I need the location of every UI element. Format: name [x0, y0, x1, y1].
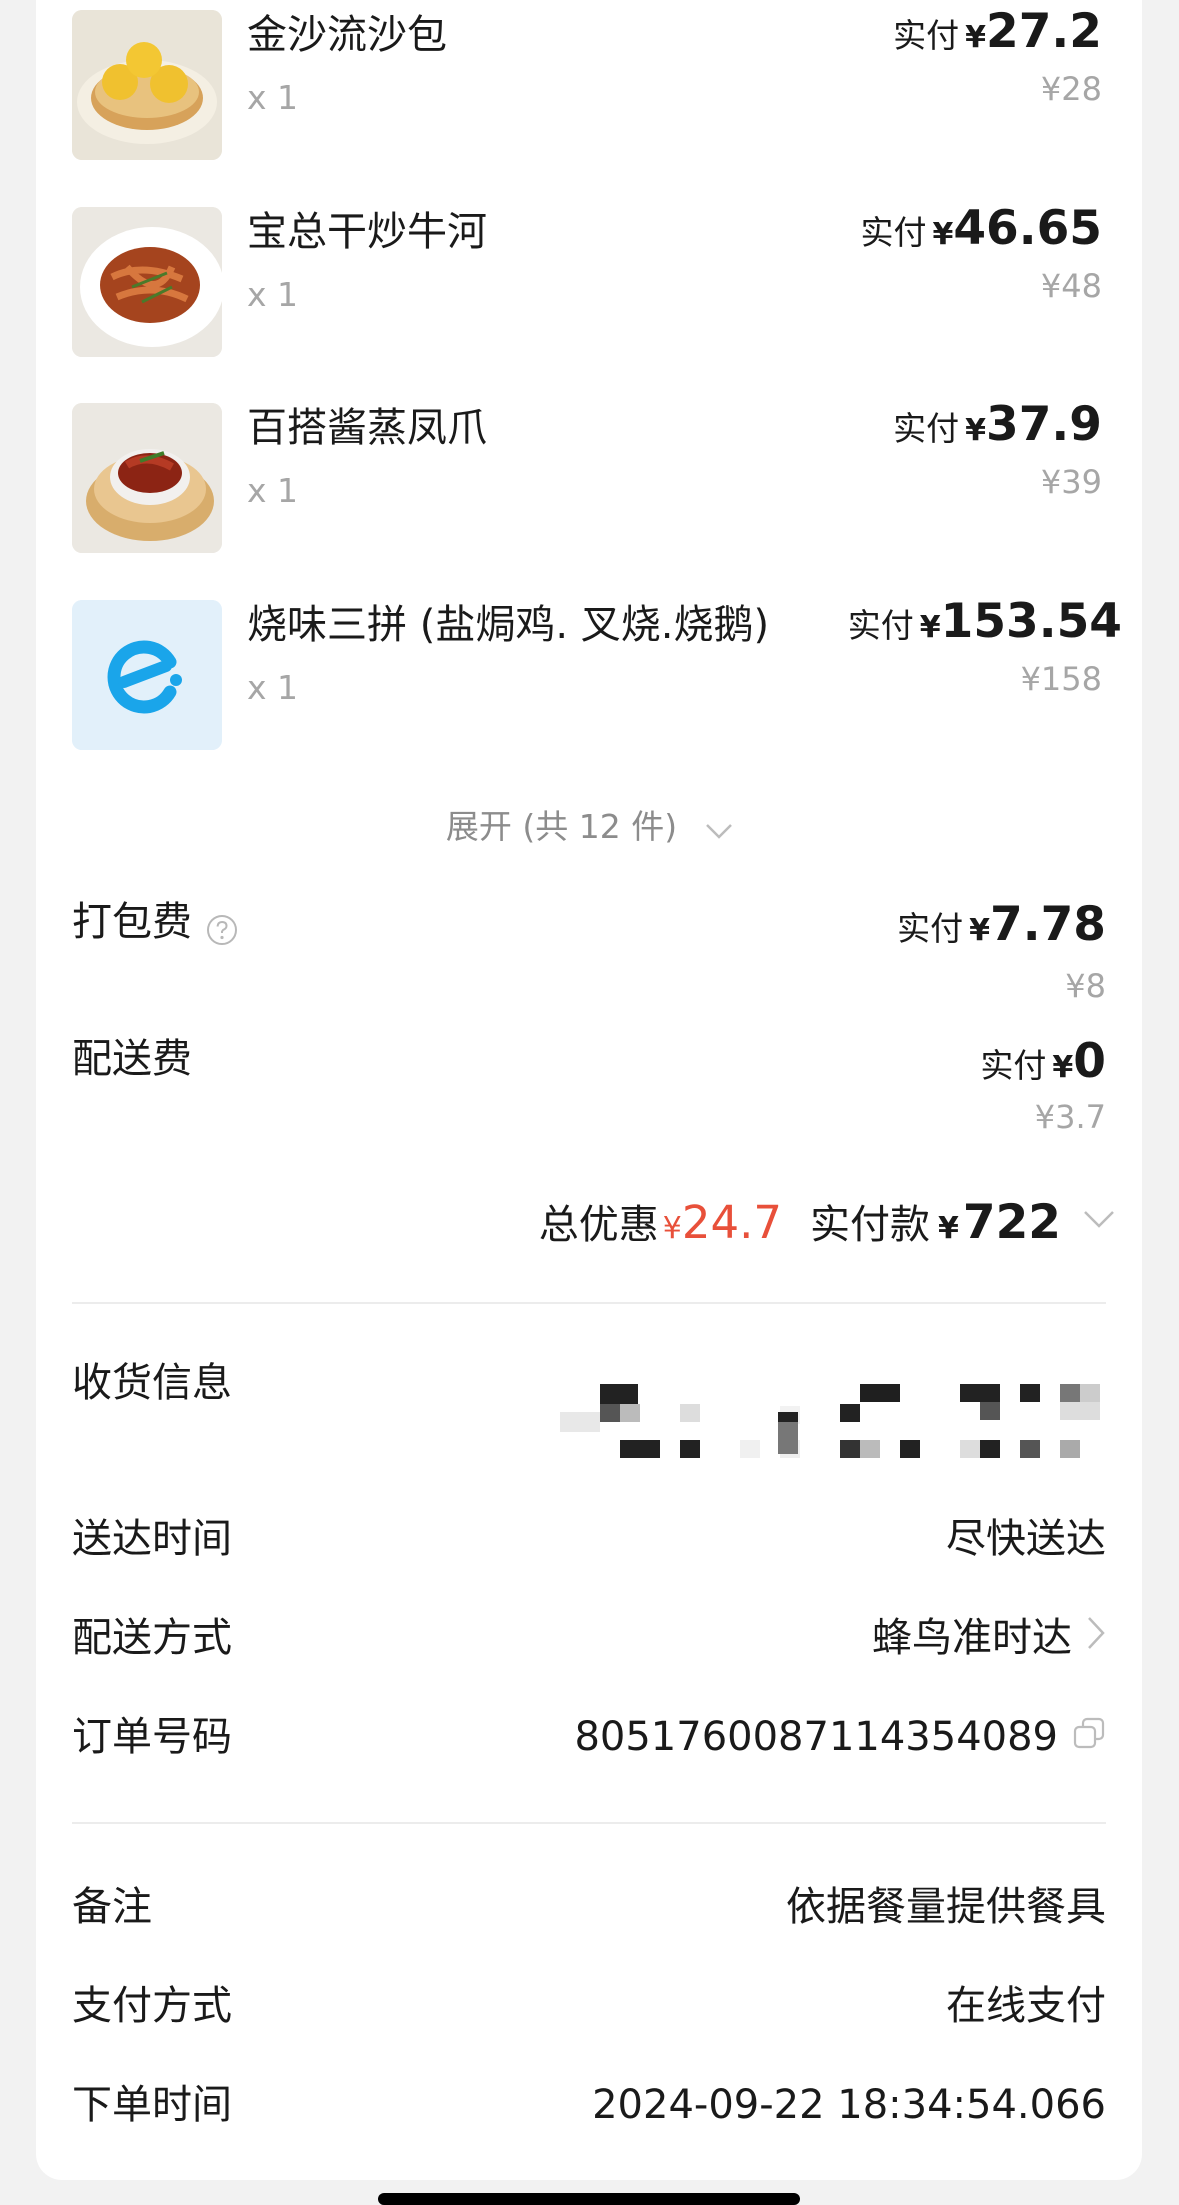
remark-row: 备注 依据餐量提供餐具 — [72, 1879, 1106, 1935]
paid-currency: ¥ — [938, 1211, 959, 1246]
expand-items-button[interactable]: 展开 (共 12 件) — [0, 800, 1179, 848]
item-name: 烧味三拼 (盐焗鸡. 叉烧.烧鹅) — [247, 602, 770, 648]
item-name: 宝总干炒牛河 — [247, 209, 487, 255]
currency-symbol: ¥ — [969, 913, 991, 948]
pay-amount: 46.65 — [953, 201, 1102, 256]
delivery-time-text: 尽快送达 — [946, 1516, 1106, 1562]
packing-fee-original: ¥8 — [1065, 967, 1106, 1005]
item-original-price: ¥28 — [1040, 70, 1102, 108]
item-paid-price: 实付 ¥46.65 — [860, 201, 1102, 256]
order-time-text: 2024-09-22 18:34:54.066 — [592, 2082, 1106, 2128]
payment-method-text: 在线支付 — [946, 1983, 1106, 2029]
paid-total-amount: 722 — [962, 1195, 1061, 1250]
currency-symbol: ¥ — [919, 610, 941, 645]
order-item[interactable]: 百搭酱蒸凤爪 x 1 实付 ¥37.9 ¥39 — [72, 397, 1122, 553]
item-name: 百搭酱蒸凤爪 — [247, 405, 487, 451]
order-time-row: 下单时间 2024-09-22 18:34:54.066 — [72, 2077, 1106, 2133]
divider — [72, 1822, 1106, 1824]
paid-total-label: 实付款 — [810, 1202, 931, 1248]
currency-symbol: ¥ — [1052, 1050, 1074, 1085]
delivery-method-value[interactable]: 蜂鸟准时达 — [872, 1610, 1106, 1666]
pay-amount: 153.54 — [940, 594, 1122, 649]
currency-symbol: ¥ — [965, 20, 987, 55]
packing-fee-label-wrap: 打包费 — [72, 897, 238, 947]
pay-label: 实付 — [893, 16, 960, 55]
delivery-time-value: 尽快送达 — [946, 1511, 1106, 1567]
receiver-info-label: 收货信息 — [72, 1360, 232, 1406]
total-discount-label: 总优惠 — [538, 1202, 659, 1248]
help-icon[interactable] — [206, 908, 238, 945]
order-number-value: 8051760087114354089 — [574, 1709, 1106, 1765]
payment-method-value: 在线支付 — [946, 1978, 1106, 2034]
item-original-price: ¥39 — [1040, 463, 1102, 501]
pay-amount: 27.2 — [986, 4, 1102, 59]
item-paid-price: 实付 ¥37.9 — [893, 397, 1102, 452]
pay-label: 实付 — [980, 1046, 1047, 1085]
copy-icon[interactable] — [1072, 1709, 1106, 1765]
remark-label: 备注 — [72, 1884, 152, 1930]
delivery-fee-original: ¥3.7 — [1034, 1098, 1106, 1136]
order-time-label: 下单时间 — [72, 2082, 232, 2128]
item-original-price: ¥48 — [1040, 267, 1102, 305]
pay-label: 实付 — [897, 909, 964, 948]
delivery-time-label: 送达时间 — [72, 1516, 232, 1562]
order-number-label: 订单号码 — [72, 1714, 232, 1760]
order-item[interactable]: 烧味三拼 (盐焗鸡. 叉烧.烧鹅) x 1 实付 ¥153.54 ¥158 — [72, 594, 1122, 750]
packing-fee-label: 打包费 — [72, 899, 192, 945]
chevron-right-icon — [1086, 1610, 1106, 1666]
item-original-price: ¥158 — [1020, 660, 1102, 698]
item-quantity: x 1 — [247, 78, 299, 117]
delivery-time-row: 送达时间 尽快送达 — [72, 1511, 1106, 1567]
item-paid-price: 实付 ¥153.54 — [848, 594, 1122, 649]
remark-text: 依据餐量提供餐具 — [786, 1884, 1106, 1930]
item-quantity: x 1 — [247, 275, 299, 314]
pay-amount: 7.78 — [990, 897, 1106, 952]
chevron-down-icon — [1083, 1209, 1115, 1233]
discount-currency: ¥ — [662, 1211, 682, 1246]
packing-fee-paid: 实付 ¥7.78 — [897, 897, 1106, 952]
item-thumbnail-golden-buns — [72, 10, 222, 160]
item-thumbnail-beef-noodles — [72, 207, 222, 357]
order-item[interactable]: 金沙流沙包 x 1 实付 ¥27.2 ¥28 — [72, 4, 1122, 160]
total-discount-amount: 24.7 — [681, 1196, 783, 1249]
item-paid-price: 实付 ¥27.2 — [893, 4, 1102, 59]
pay-label: 实付 — [893, 409, 960, 448]
order-item[interactable]: 宝总干炒牛河 x 1 实付 ¥46.65 ¥48 — [72, 201, 1122, 357]
chevron-down-icon — [705, 809, 733, 848]
payment-method-label: 支付方式 — [72, 1983, 232, 2029]
item-quantity: x 1 — [247, 471, 299, 510]
pay-label: 实付 — [847, 606, 914, 645]
home-indicator[interactable] — [378, 2193, 800, 2205]
currency-symbol: ¥ — [965, 413, 987, 448]
order-number-text: 8051760087114354089 — [574, 1714, 1058, 1760]
delivery-method-label: 配送方式 — [72, 1615, 232, 1661]
order-total-summary[interactable]: 总优惠 ¥ 24.7 实付款 ¥ 722 — [539, 1192, 1115, 1250]
item-quantity: x 1 — [247, 668, 299, 707]
divider — [72, 1302, 1106, 1304]
eleme-logo-icon — [72, 600, 222, 750]
order-time-value: 2024-09-22 18:34:54.066 — [592, 2077, 1106, 2133]
currency-symbol: ¥ — [932, 217, 954, 252]
item-thumbnail-chicken-feet — [72, 403, 222, 553]
delivery-fee-label: 配送费 — [72, 1036, 192, 1082]
redacted-address-mosaic — [560, 1378, 1120, 1468]
order-number-row: 订单号码 8051760087114354089 — [72, 1709, 1106, 1765]
expand-label: 展开 (共 12 件) — [445, 807, 678, 846]
delivery-method-text: 蜂鸟准时达 — [872, 1615, 1072, 1661]
payment-method-row: 支付方式 在线支付 — [72, 1978, 1106, 2034]
delivery-method-row[interactable]: 配送方式 蜂鸟准时达 — [72, 1610, 1106, 1666]
delivery-fee-paid: 实付 ¥0 — [980, 1034, 1106, 1089]
pay-amount: 0 — [1073, 1034, 1106, 1089]
pay-amount: 37.9 — [986, 397, 1102, 452]
remark-value: 依据餐量提供餐具 — [786, 1879, 1106, 1935]
item-name: 金沙流沙包 — [247, 12, 447, 58]
pay-label: 实付 — [860, 213, 927, 252]
